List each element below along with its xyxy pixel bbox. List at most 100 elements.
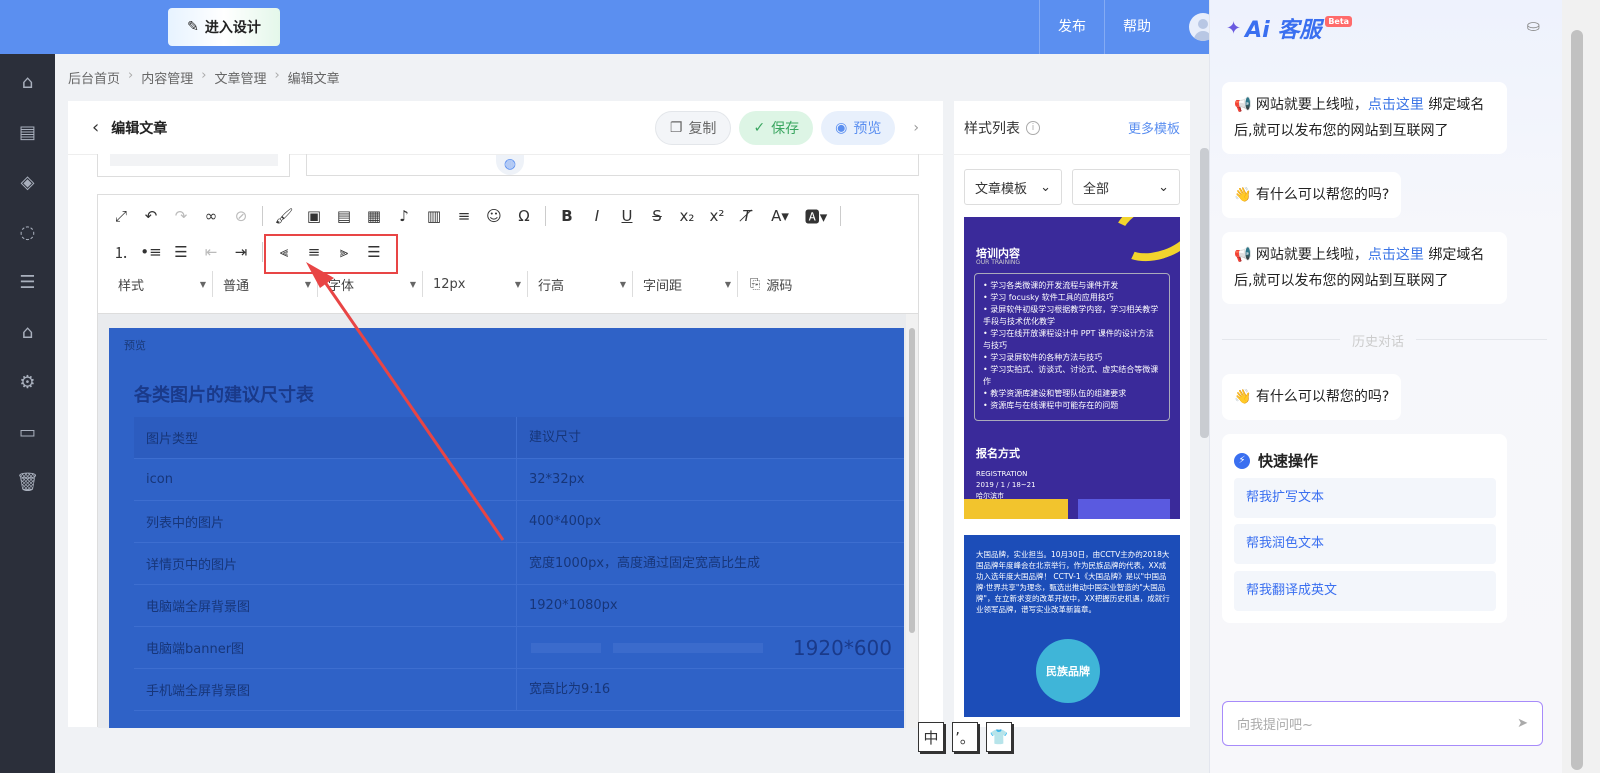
chevron-right-icon[interactable]: › [913,120,919,136]
quick-action-expand[interactable]: 帮我扩写文本 [1234,478,1496,518]
settings-icon[interactable]: ⚙ [0,357,55,407]
font-color-icon[interactable]: A▾ [766,205,794,227]
scrollbar-thumb[interactable] [909,328,915,633]
table-cell: 1920*1080px [516,584,904,627]
quick-action-translate[interactable]: 帮我翻译成英文 [1234,571,1496,611]
breadcrumb-articles[interactable]: 文章管理 [214,68,266,87]
code-icon: ⎘ [750,276,761,292]
multilevel-list-icon[interactable]: ☰ [170,241,192,263]
browser-scrollbar-thumb[interactable] [1571,30,1583,770]
blurred-text [531,642,601,653]
chevron-down-icon: ⌄ [1158,179,1169,195]
shop-icon[interactable]: ⌂ [0,307,55,357]
table-icon[interactable]: ▥ [423,205,445,227]
subscript-icon[interactable]: x₂ [676,205,698,227]
outdent-icon[interactable]: ⇤ [200,241,222,263]
font-family-select[interactable]: 字体 ▼ [318,271,423,297]
bind-domain-link[interactable]: 点击这里 [1368,247,1424,263]
ime-chinese-toggle[interactable]: 中 [918,722,944,752]
italic-icon[interactable]: I [586,205,608,227]
gallery-icon[interactable]: ▤ [333,205,355,227]
strikethrough-icon[interactable]: S [646,205,668,227]
info-icon[interactable]: i [1026,120,1040,135]
superscript-icon[interactable]: x² [706,205,728,227]
ai-chat-input[interactable]: 向我提问吧~ ➤ [1222,701,1543,746]
quick-action-polish[interactable]: 帮我润色文本 [1234,524,1496,564]
style-select[interactable]: 样式 ▼ [108,271,213,297]
bold-icon[interactable]: B [556,205,578,227]
template-thumbnail-brand[interactable]: 大国品牌，实业担当。10月30日，由CCTV主办的2018大国品牌年度峰会在北京… [964,535,1180,717]
document-icon[interactable]: ▤ [0,107,55,157]
trash-icon[interactable]: 🗑 [0,457,55,507]
emoji-icon[interactable]: ☺ [483,205,505,227]
breadcrumb-content[interactable]: 内容管理 [141,68,193,87]
send-icon[interactable]: ➤ [1517,716,1528,731]
image-icon[interactable]: ▣ [303,205,325,227]
font-size-select[interactable]: 12px ▼ [423,271,528,297]
home-icon[interactable]: ⌂ [0,57,55,107]
ime-skin-icon[interactable]: 👕 [986,722,1012,752]
video-icon[interactable]: ▦ [363,205,385,227]
table-cell: 详情页中的图片 [146,558,238,573]
eye-icon: ◉ [835,119,848,136]
template-thumbnail-training[interactable]: 培训内容 OUR TRAINING • 学习各类微课的开发流程与课件开发 • 学… [964,217,1180,519]
category-select[interactable]: 全部 ⌄ [1072,169,1180,205]
preview-button[interactable]: ◉ 预览 [821,110,896,145]
letter-spacing-select[interactable]: 字间距 ▼ [633,271,738,297]
basket-icon[interactable]: ⛀ [1527,16,1540,35]
table-cell: 400*400px [516,500,904,543]
back-icon[interactable]: ‹ [92,117,99,138]
summary-field[interactable] [306,154,919,176]
template-type-select[interactable]: 文章模板 ⌄ [964,169,1062,205]
help-link[interactable]: 帮助 [1103,0,1169,54]
background-color-icon[interactable]: 🅰▾ [802,205,830,227]
page-title: 编辑文章 [111,120,168,137]
horizontal-rule-icon[interactable]: ≡ [453,205,475,227]
list-icon[interactable]: ☰ [0,257,55,307]
font-family-select-value: 字体 [328,278,355,294]
bind-domain-link[interactable]: 点击这里 [1368,97,1424,113]
editor-scrollbar[interactable] [906,314,918,728]
copy-button[interactable]: ❐ 复制 [654,110,732,145]
bullet-list-icon[interactable]: •≡ [140,241,162,263]
terminal-icon[interactable]: ▭ [0,407,55,457]
ordered-list-icon[interactable]: ⒈ [110,241,132,263]
source-code-button[interactable]: ⎘ 源码 [738,275,792,294]
table-cell: 1920*600 [516,626,904,669]
chat-icon[interactable]: ◌ [0,207,55,257]
toolbar-divider [840,206,841,226]
indent-icon[interactable]: ⇥ [230,241,252,263]
format-painter-icon[interactable]: 🖌 [273,205,295,227]
unlink-icon[interactable]: ⊘ [230,205,252,227]
audio-icon[interactable]: ♪ [393,205,415,227]
save-button[interactable]: ✓ 保存 [739,110,814,145]
page-scrollbar-thumb[interactable] [1200,148,1209,438]
underline-icon[interactable]: U [616,205,638,227]
ime-punctuation-toggle[interactable]: ’。 [952,722,978,752]
link-icon[interactable]: ∞ [200,205,222,227]
line-height-select[interactable]: 行高 ▼ [528,271,633,297]
paragraph-select[interactable]: 普通 ▼ [213,271,318,297]
toolbar-divider [545,206,546,226]
publish-link[interactable]: 发布 [1038,0,1104,54]
rich-text-editor: ⤢ ↶ ↷ ∞ ⊘ 🖌 ▣ ▤ ▦ ♪ ▥ ≡ ☺ Ω B I U S x₂ x… [97,194,919,728]
clear-format-icon[interactable]: T̸ [736,205,758,227]
quick-actions-card: ⚡ 快速操作 帮我扩写文本 帮我润色文本 帮我翻译成英文 [1222,434,1507,623]
more-templates-link[interactable]: 更多模板 [1128,118,1180,137]
undo-icon[interactable]: ↶ [140,205,162,227]
enter-design-button[interactable]: ✎ 进入设计 [168,8,280,46]
chevron-down-icon: ▼ [304,279,311,289]
ai-message: 👋 有什么可以帮您的吗? [1222,172,1402,218]
template-list-item: • 学习录屏软件的各种方法与技巧 [983,353,1103,362]
breadcrumb-home[interactable]: 后台首页 [68,68,120,87]
special-char-icon[interactable]: Ω [513,205,535,227]
toolbar-row-1: ⤢ ↶ ↷ ∞ ⊘ 🖌 ▣ ▤ ▦ ♪ ▥ ≡ ☺ Ω B I U S x₂ x… [110,205,843,227]
layers-icon[interactable]: ◈ [0,157,55,207]
chat-input-placeholder: 向我提问吧~ [1237,718,1313,733]
wave-hand-icon: 👋 [1234,187,1252,203]
redo-icon[interactable]: ↷ [170,205,192,227]
sparkle-icon: ✦ [1226,17,1242,39]
fullscreen-icon[interactable]: ⤢ [110,205,132,227]
title-field[interactable] [97,154,290,177]
editor-content-area[interactable]: 预览 各类图片的建议尺寸表 图片类型 建议尺寸 icon 32*32px 列表中的… [98,313,918,728]
